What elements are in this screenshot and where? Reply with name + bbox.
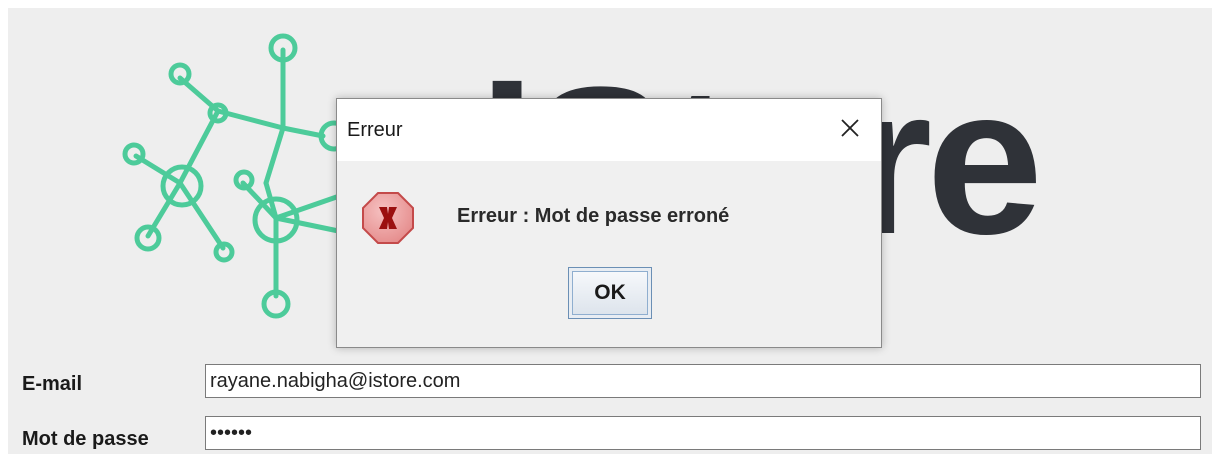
ok-button-label: OK — [572, 271, 648, 315]
error-dialog: Erreur Erreur : Mot de passe erroné OK — [336, 98, 882, 348]
password-label: Mot de passe — [22, 428, 149, 450]
close-icon[interactable] — [835, 113, 865, 143]
dialog-message: Erreur : Mot de passe erroné — [457, 205, 730, 227]
password-field[interactable] — [205, 416, 1201, 450]
email-field[interactable] — [205, 364, 1201, 398]
ok-button[interactable]: OK — [568, 267, 652, 319]
error-stop-icon — [362, 192, 414, 244]
dialog-titlebar: Erreur — [337, 99, 881, 161]
dialog-title: Erreur — [347, 119, 403, 141]
email-label: E-mail — [22, 373, 83, 395]
